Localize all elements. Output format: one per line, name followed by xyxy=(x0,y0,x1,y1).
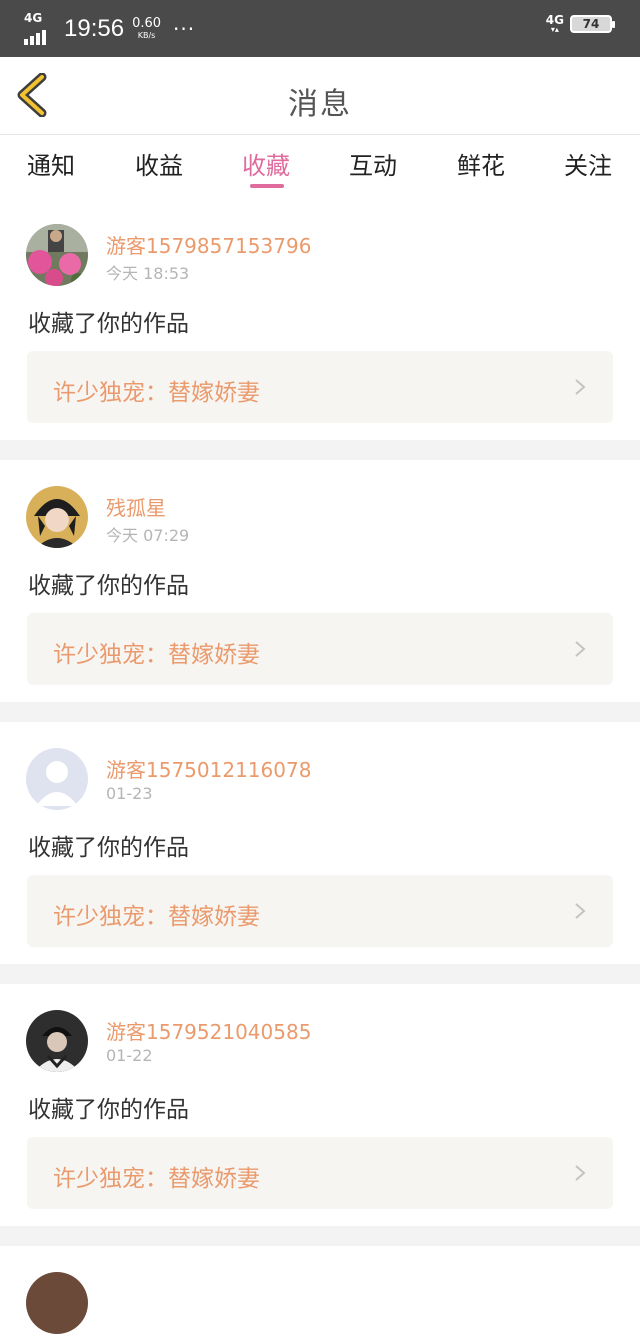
action-text: 收藏了你的作品 xyxy=(28,573,189,599)
work-link[interactable]: 许少独宠：替嫁娇妻 xyxy=(27,351,613,423)
username[interactable]: 游客1579521040585 xyxy=(106,1016,311,1045)
default-avatar-icon xyxy=(26,748,88,810)
work-title: 许少独宠：替嫁娇妻 xyxy=(53,380,260,406)
tab-following[interactable]: 关注 xyxy=(553,146,623,181)
chevron-right-icon xyxy=(575,1165,586,1181)
timestamp: 01-22 xyxy=(106,1046,153,1065)
list-item: 游客1579857153796 今天 18:53 收藏了你的作品 许少独宠：替嫁… xyxy=(0,198,640,440)
tab-bar: 通知 收益 收藏 互动 鲜花 关注 xyxy=(0,136,640,198)
divider xyxy=(0,964,640,984)
battery-icon: 74 xyxy=(570,15,615,33)
work-title: 许少独宠：替嫁娇妻 xyxy=(53,642,260,668)
network-speed-unit: KB/s xyxy=(137,31,156,40)
list-item xyxy=(0,1246,640,1334)
username[interactable]: 残孤星 xyxy=(106,492,166,521)
tab-earnings[interactable]: 收益 xyxy=(124,146,194,181)
page-title: 消息 xyxy=(288,87,352,122)
avatar[interactable] xyxy=(26,1272,88,1334)
mobile-data-icon: 4G ▾▴ xyxy=(545,13,564,34)
tab-flowers[interactable]: 鲜花 xyxy=(446,146,516,181)
divider xyxy=(0,440,640,460)
chevron-right-icon xyxy=(575,379,586,395)
timestamp: 01-23 xyxy=(106,784,153,803)
avatar-photo xyxy=(26,224,88,286)
avatar[interactable] xyxy=(26,748,88,810)
work-link[interactable]: 许少独宠：替嫁娇妻 xyxy=(27,875,613,947)
work-link[interactable]: 许少独宠：替嫁娇妻 xyxy=(27,1137,613,1209)
clock: 19:56 xyxy=(64,14,125,42)
tab-interactions[interactable]: 互动 xyxy=(338,146,408,181)
network-speed-value: 0.60 xyxy=(132,16,162,31)
avatar[interactable] xyxy=(26,486,88,548)
battery-level: 74 xyxy=(582,17,600,31)
work-title: 许少独宠：替嫁娇妻 xyxy=(53,904,260,930)
work-title: 许少独宠：替嫁娇妻 xyxy=(53,1166,260,1192)
chevron-right-icon xyxy=(575,903,586,919)
timestamp: 今天 07:29 xyxy=(106,526,190,545)
network-speed: 0.60 KB/s xyxy=(132,17,161,40)
divider xyxy=(0,702,640,722)
divider xyxy=(0,1226,640,1246)
username[interactable]: 游客1575012116078 xyxy=(106,754,311,783)
network-type: 4G xyxy=(24,10,43,25)
action-text: 收藏了你的作品 xyxy=(28,835,189,861)
list-item: 残孤星 今天 07:29 收藏了你的作品 许少独宠：替嫁娇妻 xyxy=(0,460,640,702)
list-item: 游客1575012116078 01-23 收藏了你的作品 许少独宠：替嫁娇妻 xyxy=(0,722,640,964)
list-item: 游客1579521040585 01-22 收藏了你的作品 许少独宠：替嫁娇妻 xyxy=(0,984,640,1226)
status-bar: 4G 19:56 0.60 KB/s ··· 4G ▾▴ 74 xyxy=(0,0,640,57)
timestamp: 今天 18:53 xyxy=(106,264,190,283)
action-text: 收藏了你的作品 xyxy=(28,1097,189,1123)
signal-icon: 4G xyxy=(24,11,56,47)
more-notifications-icon: ··· xyxy=(173,16,196,41)
tab-favorites[interactable]: 收藏 xyxy=(231,146,301,181)
header: 消息 xyxy=(0,57,640,135)
message-list: 游客1579857153796 今天 18:53 收藏了你的作品 许少独宠：替嫁… xyxy=(0,198,640,1334)
active-tab-indicator xyxy=(250,184,284,188)
tab-notifications[interactable]: 通知 xyxy=(16,146,86,181)
avatar-photo xyxy=(26,1272,88,1334)
avatar-photo xyxy=(26,486,88,548)
avatar[interactable] xyxy=(26,224,88,286)
avatar[interactable] xyxy=(26,1010,88,1072)
avatar-photo xyxy=(26,1010,88,1072)
chevron-right-icon xyxy=(575,641,586,657)
username[interactable]: 游客1579857153796 xyxy=(106,230,311,259)
action-text: 收藏了你的作品 xyxy=(28,311,189,337)
work-link[interactable]: 许少独宠：替嫁娇妻 xyxy=(27,613,613,685)
